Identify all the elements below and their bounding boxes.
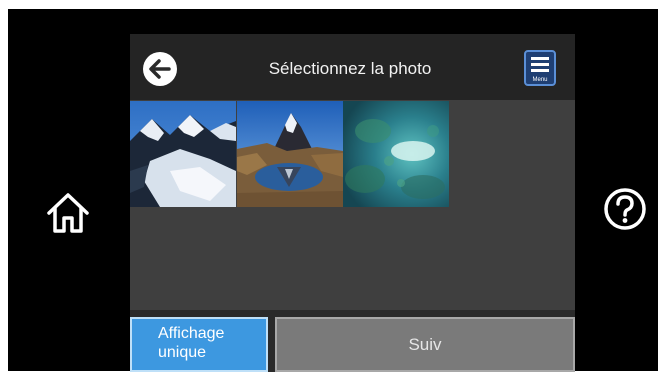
back-button[interactable]	[142, 51, 178, 87]
help-icon	[604, 188, 646, 230]
matterhorn-lake-photo	[237, 101, 343, 207]
back-arrow-icon	[143, 52, 177, 86]
screen-footer: Affichage unique Suiv	[130, 310, 575, 372]
photo-thumbnail-3[interactable]	[343, 101, 449, 207]
printer-panel: Sélectionnez la photo Menu Affichage uni…	[8, 9, 658, 372]
next-button[interactable]: Suiv	[275, 317, 575, 372]
photo-thumbnail-2[interactable]	[237, 101, 343, 207]
home-icon	[47, 193, 89, 233]
underwater-reef-photo	[343, 101, 449, 207]
home-button[interactable]	[38, 183, 98, 243]
menu-icon-label: Menu	[532, 77, 547, 83]
screen-header: Sélectionnez la photo Menu	[130, 34, 575, 100]
mountain-glacier-photo	[130, 101, 236, 207]
single-view-button[interactable]: Affichage unique	[130, 317, 268, 372]
photo-thumbnail-1[interactable]	[130, 101, 236, 207]
menu-icon: Menu	[524, 50, 556, 86]
page-title: Sélectionnez la photo	[268, 59, 432, 78]
menu-button[interactable]: Menu	[523, 49, 557, 87]
touch-screen: Sélectionnez la photo Menu Affichage uni…	[130, 34, 575, 372]
help-button[interactable]	[599, 183, 651, 235]
